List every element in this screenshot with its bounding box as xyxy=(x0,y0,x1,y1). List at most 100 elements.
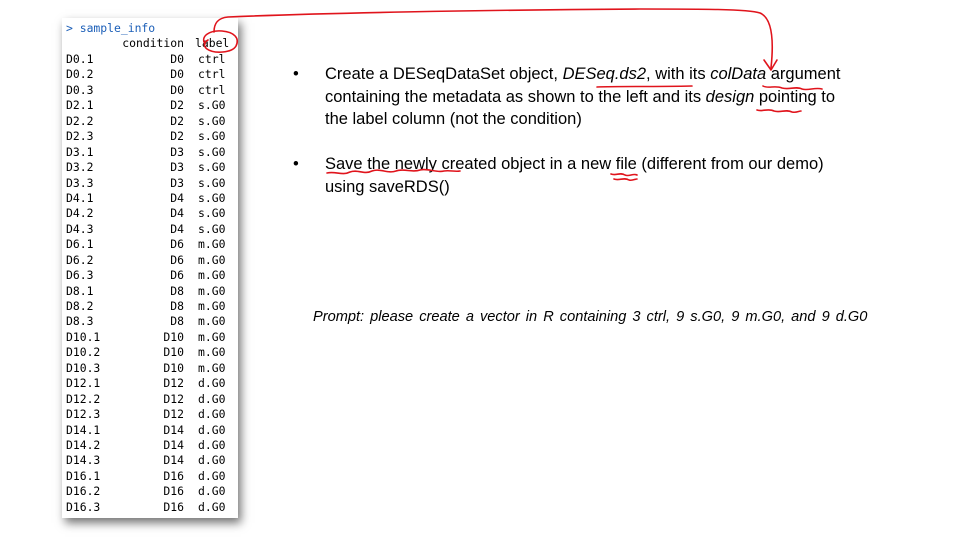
row-name: D16.1 xyxy=(66,468,101,483)
row-name: D4.1 xyxy=(66,190,94,205)
row-condition: D4 xyxy=(170,190,184,205)
console-table-row: D8.1 D8 m.G0 xyxy=(62,284,238,299)
console-table-row: D10.1 D10 m.G0 xyxy=(62,330,238,345)
row-label: d.G0 xyxy=(198,437,226,452)
row-name: D8.2 xyxy=(66,299,94,313)
console-prompt-line: > sample_info xyxy=(66,21,156,35)
row-name: D12.2 xyxy=(66,391,101,406)
row-label: m.G0 xyxy=(198,345,226,360)
row-label: d.G0 xyxy=(198,422,226,437)
object-name-deseq-ds2: DESeq.ds2 xyxy=(562,65,647,83)
console-table-row: D4.2 D4 s.G0 xyxy=(62,206,238,221)
row-name: D8.3 xyxy=(66,314,94,329)
row-name: D3.2 xyxy=(66,160,94,175)
row-name: D6.2 xyxy=(66,252,94,267)
bullet-line: the label column (not the condition) xyxy=(325,110,582,128)
row-name: D16.3 xyxy=(66,499,101,514)
console-table-row: D14.1 D14 d.G0 xyxy=(62,423,238,438)
row-condition: D3 xyxy=(170,160,184,175)
column-header-condition: condition xyxy=(122,36,184,50)
row-condition: D16 xyxy=(163,499,184,514)
console-table-header: condition label xyxy=(62,36,238,51)
prompt-text: Prompt: please create a vector in R cont… xyxy=(313,309,868,325)
row-label: m.G0 xyxy=(198,237,226,252)
bullet-line: containing the metadata as shown to the … xyxy=(325,87,836,106)
row-label: ctrl xyxy=(198,67,226,82)
row-condition: D14 xyxy=(163,437,184,452)
row-label: s.G0 xyxy=(198,221,226,236)
console-table-row: D12.1 D12 d.G0 xyxy=(62,376,238,391)
row-condition: D8 xyxy=(170,299,184,313)
row-label: d.G0 xyxy=(198,391,226,406)
console-table-row: D0.2 D0 ctrl xyxy=(62,67,238,82)
console-table-row: D14.2 D14 d.G0 xyxy=(62,438,238,453)
row-label: m.G0 xyxy=(198,329,226,344)
row-condition: D3 xyxy=(170,175,184,190)
row-label: d.G0 xyxy=(198,484,226,499)
bullet-marker: • xyxy=(293,155,299,173)
row-condition: D12 xyxy=(163,391,184,406)
bullet-text: Save the newly created object in a new f… xyxy=(325,153,925,198)
row-condition: D16 xyxy=(163,468,184,483)
bullet-item-create-deseq: • Create a DESeqDataSet object, DESeq.ds… xyxy=(293,63,933,133)
row-condition: D0 xyxy=(170,82,184,97)
row-label: s.G0 xyxy=(198,206,226,221)
row-condition: D4 xyxy=(170,206,184,221)
row-label: s.G0 xyxy=(198,129,226,144)
row-name: D2.1 xyxy=(66,98,94,113)
console-table-row: D2.2 D2 s.G0 xyxy=(62,114,238,129)
row-label: s.G0 xyxy=(198,113,226,128)
row-condition: D8 xyxy=(170,283,184,298)
console-table-row: D6.3 D6 m.G0 xyxy=(62,268,238,283)
argument-coldata: colData xyxy=(710,65,767,83)
row-label: s.G0 xyxy=(198,160,226,175)
row-name: D14.1 xyxy=(66,422,101,437)
row-condition: D14 xyxy=(163,453,184,468)
row-name: D12.1 xyxy=(66,376,101,391)
row-condition: D6 xyxy=(170,237,184,252)
row-condition: D0 xyxy=(170,52,184,66)
row-label: m.G0 xyxy=(198,360,226,375)
row-condition: D6 xyxy=(170,252,184,267)
console-table-row: D4.1 D4 s.G0 xyxy=(62,191,238,206)
console-table-row: D12.3 D12 d.G0 xyxy=(62,407,238,422)
row-label: s.G0 xyxy=(198,190,226,205)
row-name: D16.2 xyxy=(66,484,101,499)
row-name: D0.3 xyxy=(66,82,94,97)
console-table-row: D0.1 D0 ctrl xyxy=(62,52,238,67)
argument-design: design xyxy=(705,87,755,106)
row-condition: D3 xyxy=(170,144,184,159)
row-label: d.G0 xyxy=(198,376,226,391)
row-name: D3.3 xyxy=(66,175,94,190)
console-table-row: D4.3 D4 s.G0 xyxy=(62,222,238,237)
row-name: D2.3 xyxy=(66,129,94,144)
row-label: d.G0 xyxy=(198,468,226,483)
row-condition: D14 xyxy=(163,422,184,437)
row-label: s.G0 xyxy=(198,98,226,113)
row-label: m.G0 xyxy=(198,268,226,283)
console-table-row: D2.3 D2 s.G0 xyxy=(62,129,238,144)
console-table-row: D3.1 D3 s.G0 xyxy=(62,145,238,160)
row-name: D8.1 xyxy=(66,283,94,298)
row-name: D3.1 xyxy=(66,144,94,159)
row-label: s.G0 xyxy=(198,175,226,190)
row-name: D14.2 xyxy=(66,437,101,452)
row-condition: D2 xyxy=(170,129,184,144)
row-condition: D6 xyxy=(170,268,184,283)
row-name: D0.2 xyxy=(66,67,94,82)
r-console-output: > sample_info condition label D0.1 D0 ctrl… xyxy=(62,18,238,518)
bullet-marker: • xyxy=(293,65,299,83)
row-name: D2.2 xyxy=(66,113,94,128)
console-table-row: D8.2 D8 m.G0 xyxy=(62,299,238,314)
row-name: D4.3 xyxy=(66,221,94,236)
bullet-line: Save the newly created object in a new f… xyxy=(325,155,824,173)
row-label: s.G0 xyxy=(198,144,226,159)
row-condition: D10 xyxy=(163,329,184,344)
column-header-label: label xyxy=(195,36,230,50)
console-table-row: D6.2 D6 m.G0 xyxy=(62,253,238,268)
row-name: D14.3 xyxy=(66,453,101,468)
row-label: m.G0 xyxy=(198,314,226,329)
row-label: m.G0 xyxy=(198,299,226,313)
row-name: D6.3 xyxy=(66,268,94,283)
console-table-row: D10.3 D10 m.G0 xyxy=(62,361,238,376)
